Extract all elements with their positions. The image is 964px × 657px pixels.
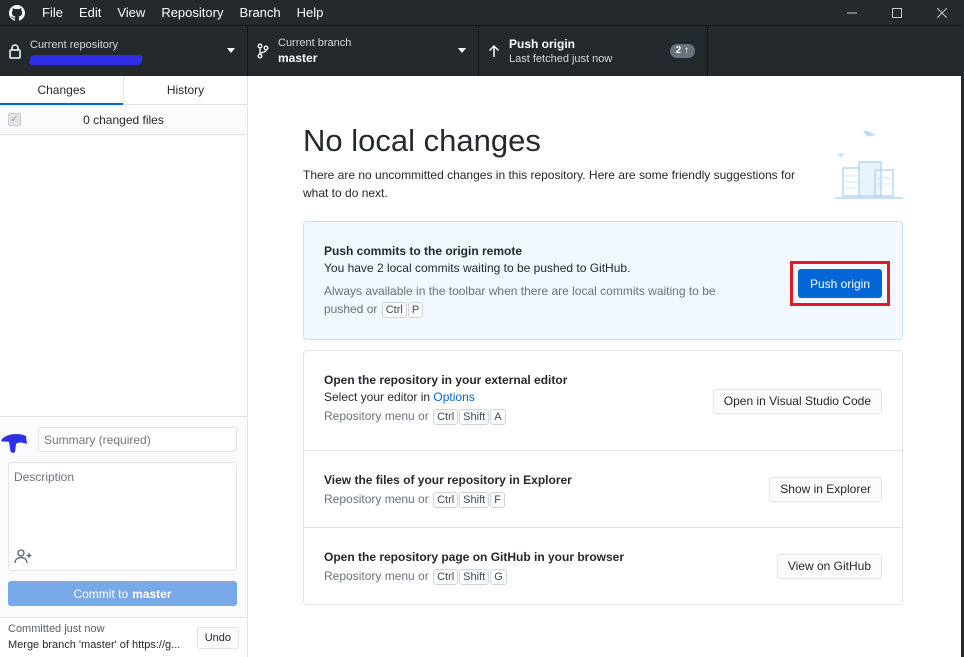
select-all-checkbox[interactable]: ✓ [8, 113, 21, 126]
current-branch-dropdown[interactable]: Current branch master [248, 26, 479, 76]
menu-view[interactable]: View [109, 0, 153, 25]
sidebar: Changes History ✓ 0 changed files Descri… [0, 76, 248, 657]
page-title: No local changes [303, 123, 541, 158]
current-repository-label: Current repository [30, 38, 119, 51]
menu-repository[interactable]: Repository [153, 0, 231, 25]
show-in-explorer-title: View the files of your repository in Exp… [324, 473, 572, 487]
minimize-icon [846, 12, 857, 13]
last-commit-summary: Committed just now Merge branch 'master'… [0, 617, 247, 657]
summary-input[interactable] [38, 427, 237, 452]
redacted-repository-name [29, 54, 143, 65]
shortcut-key: Ctrl [433, 409, 459, 425]
options-link[interactable]: Options [433, 390, 474, 404]
commits-ahead-badge: 2 ↑ [669, 44, 695, 58]
menu-help[interactable]: Help [289, 0, 332, 25]
push-card-title: Push commits to the origin remote [324, 244, 523, 258]
shortcut-key: Shift [459, 569, 490, 585]
last-commit-message: Merge branch 'master' of https://g... [8, 639, 181, 651]
menu-branch[interactable]: Branch [231, 0, 288, 25]
push-origin-label: Push origin [509, 37, 575, 51]
avatar [0, 430, 32, 456]
view-on-github-button[interactable]: View on GitHub [776, 554, 882, 579]
current-branch-value: master [278, 51, 318, 65]
open-editor-hint-text: Repository menu or [324, 409, 429, 423]
shortcut-key: Ctrl [433, 569, 459, 585]
show-in-explorer-button[interactable]: Show in Explorer [769, 477, 882, 502]
chevron-down-icon [458, 48, 466, 53]
open-editor-title: Open the repository in your external edi… [324, 373, 568, 387]
current-repository-dropdown[interactable]: Current repository [0, 26, 248, 76]
view-on-github-title: Open the repository page on GitHub in yo… [324, 550, 625, 564]
commit-button-prefix: Commit to [73, 586, 129, 601]
open-editor-text-prefix: Select your editor in [324, 390, 431, 404]
shortcut-key: G [490, 569, 507, 585]
menu-file[interactable]: File [34, 0, 71, 25]
changed-files-count: 0 changed files [83, 112, 164, 127]
view-on-github-hint-text: Repository menu or [324, 569, 429, 583]
show-in-explorer-hint: Repository menu or Ctrl Shift F [324, 490, 572, 508]
shortcut-key: A [490, 409, 506, 425]
git-branch-icon [248, 43, 278, 59]
last-fetched-label: Last fetched just now [509, 53, 613, 65]
commit-button-branch: master [132, 586, 172, 601]
shortcut-key: Ctrl [381, 302, 407, 318]
highlight-box: Push origin [790, 261, 890, 306]
sidebar-tabs: Changes History [0, 76, 247, 105]
push-origin-button[interactable]: Push origin [798, 269, 882, 298]
shortcut-key: P [407, 302, 424, 318]
shortcut-key: Ctrl [433, 492, 459, 508]
show-in-explorer-row: View the files of your repository in Exp… [304, 451, 902, 528]
empty-state-illustration-icon [831, 126, 907, 204]
push-card-text: You have 2 local commits waiting to be p… [324, 261, 631, 275]
close-button[interactable] [919, 0, 964, 25]
lock-icon [0, 43, 30, 59]
open-editor-hint: Repository menu or Ctrl Shift A [324, 407, 567, 425]
main-panel: No local changes There are no uncommitte… [248, 76, 964, 657]
open-in-editor-button[interactable]: Open in Visual Studio Code [712, 389, 882, 414]
push-origin-toolbar-button[interactable]: Push origin Last fetched just now 2 ↑ [479, 26, 708, 76]
shortcut-key: F [490, 492, 505, 508]
shortcut-key: Shift [459, 409, 490, 425]
description-field[interactable]: Description [8, 462, 237, 571]
tab-changes[interactable]: Changes [0, 76, 123, 105]
commit-button[interactable]: Commit to master [8, 581, 237, 606]
title-bar: File Edit View Repository Branch Help [0, 0, 964, 25]
toolbar: Current repository Current branch master… [0, 25, 964, 76]
commit-form: Description Commit tomaster [0, 416, 247, 617]
maximize-button[interactable] [874, 0, 919, 25]
current-branch-label: Current branch [278, 37, 352, 49]
open-editor-row: Open the repository in your external edi… [304, 351, 902, 451]
view-on-github-row: Open the repository page on GitHub in yo… [304, 528, 902, 605]
last-commit-time: Committed just now [8, 623, 105, 635]
minimize-button[interactable] [829, 0, 874, 25]
push-suggestion-card: Push commits to the origin remote You ha… [303, 221, 903, 340]
open-editor-text: Select your editor in Options [324, 390, 567, 404]
push-card-hint: Always available in the toolbar when the… [324, 282, 754, 318]
chevron-down-icon [227, 48, 235, 53]
show-in-explorer-hint-text: Repository menu or [324, 492, 429, 506]
person-add-icon[interactable] [14, 548, 34, 564]
suggested-actions-list: Open the repository in your external edi… [303, 350, 903, 605]
undo-button[interactable]: Undo [196, 627, 239, 649]
arrow-up-icon [479, 44, 509, 58]
maximize-icon [891, 7, 902, 18]
view-on-github-hint: Repository menu or Ctrl Shift G [324, 567, 624, 585]
shortcut-key: Shift [459, 492, 490, 508]
close-icon [936, 7, 947, 18]
tab-history[interactable]: History [123, 76, 247, 104]
page-subtitle: There are no uncommitted changes in this… [303, 168, 796, 200]
description-placeholder: Description [14, 470, 75, 484]
github-logo-icon [0, 0, 34, 25]
menu-edit[interactable]: Edit [71, 0, 109, 25]
changed-files-header: ✓ 0 changed files [0, 105, 247, 135]
